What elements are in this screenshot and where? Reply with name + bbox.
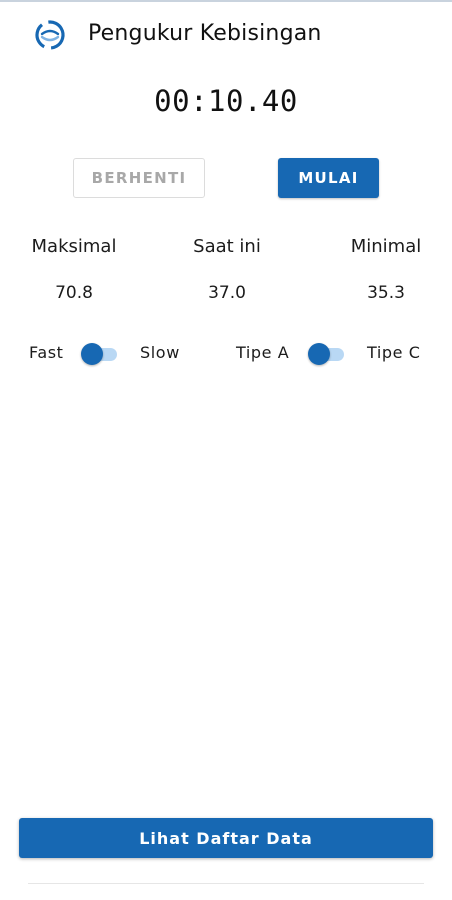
start-button[interactable]: MULAI <box>278 158 379 198</box>
weighting-c-label: Tipe C <box>367 343 421 362</box>
response-slow-label: Slow <box>140 343 180 362</box>
response-fast-label: Fast <box>29 343 64 362</box>
weighting-type-switch[interactable] <box>308 343 346 365</box>
app-logo-icon <box>35 20 65 50</box>
max-label: Maksimal <box>31 236 117 257</box>
app-title: Pengukur Kebisingan <box>88 21 322 46</box>
min-value: 35.3 <box>367 283 405 303</box>
switch-thumb <box>308 343 330 365</box>
elapsed-timer: 00:10.40 <box>154 84 298 118</box>
response-speed-switch[interactable] <box>81 343 119 365</box>
settings-toggles: Fast Slow Tipe A Tipe C <box>0 340 452 368</box>
top-divider <box>0 0 452 2</box>
min-label: Minimal <box>350 236 422 257</box>
view-data-list-button[interactable]: Lihat Daftar Data <box>19 818 433 858</box>
weighting-a-label: Tipe A <box>236 343 290 362</box>
current-value: 37.0 <box>208 283 246 303</box>
app-bar: Pengukur Kebisingan <box>0 14 452 58</box>
stop-button[interactable]: BERHENTI <box>73 158 205 198</box>
bottom-divider <box>28 883 424 884</box>
current-label: Saat ini <box>193 236 261 257</box>
max-value: 70.8 <box>55 283 93 303</box>
switch-thumb <box>81 343 103 365</box>
